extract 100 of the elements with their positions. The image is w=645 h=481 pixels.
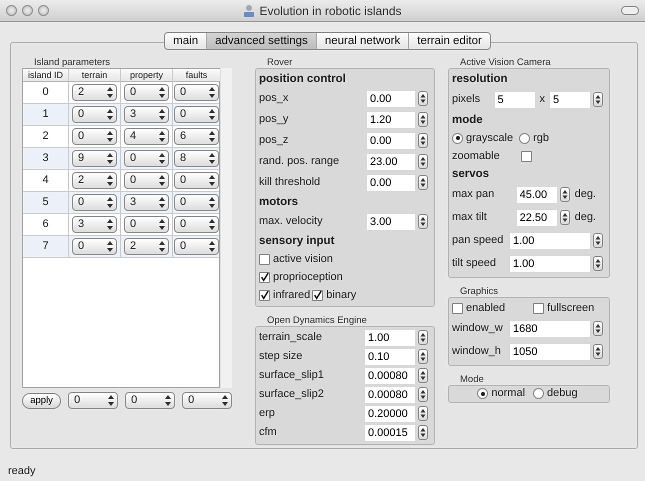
- value-spinner[interactable]: 0: [174, 172, 219, 189]
- stepper-button[interactable]: [418, 91, 428, 106]
- number-field[interactable]: 1.00: [510, 232, 590, 248]
- value-spinner[interactable]: 3: [72, 216, 117, 233]
- value-spinner[interactable]: 0: [125, 392, 176, 409]
- window-control-button[interactable]: [38, 5, 49, 16]
- number-field[interactable]: 1680: [510, 320, 590, 336]
- checkbox[interactable]: [259, 254, 270, 264]
- value-spinner[interactable]: 0: [174, 106, 219, 123]
- number-field[interactable]: 0.00015: [365, 424, 415, 440]
- value-spinner[interactable]: 0: [124, 172, 169, 189]
- number-field[interactable]: 0.00080: [365, 386, 415, 402]
- value-spinner[interactable]: 0: [72, 106, 117, 123]
- stepper-button[interactable]: [418, 425, 428, 440]
- checkbox[interactable]: [259, 290, 270, 300]
- checkbox[interactable]: [312, 290, 324, 300]
- value-spinner[interactable]: 0: [124, 216, 169, 233]
- stepper-icon: [107, 153, 113, 164]
- number-field[interactable]: 0.10: [365, 348, 415, 364]
- radio-button[interactable]: [533, 388, 544, 399]
- tab[interactable]: terrain editor: [409, 33, 490, 49]
- field-label: max pan: [452, 187, 496, 202]
- stepper-button[interactable]: [593, 321, 603, 336]
- app-icon: [243, 4, 256, 18]
- number-field[interactable]: 3.00: [367, 214, 415, 230]
- value-spinner[interactable]: 0: [174, 84, 219, 101]
- stepper-icon: [159, 153, 165, 164]
- window-control-button[interactable]: [22, 5, 33, 16]
- number-field[interactable]: 22.50: [516, 210, 557, 226]
- section-heading: position control: [259, 72, 347, 87]
- window-control-button[interactable]: [6, 5, 17, 16]
- stepper-button[interactable]: [418, 133, 428, 148]
- stepper-button[interactable]: [560, 187, 570, 202]
- number-field[interactable]: 1.00: [510, 256, 590, 272]
- stepper-icon: [420, 408, 426, 419]
- value-spinner[interactable]: 2: [124, 238, 169, 255]
- stepper-icon: [420, 370, 426, 381]
- value-spinner[interactable]: 6: [174, 128, 219, 145]
- value-spinner[interactable]: 0: [124, 84, 169, 101]
- field-label: pan speed: [452, 233, 504, 248]
- value-spinner[interactable]: 3: [124, 194, 169, 211]
- unit-label: deg.: [574, 187, 596, 202]
- stepper-button[interactable]: [560, 210, 570, 225]
- apply-button[interactable]: apply: [22, 392, 62, 408]
- section-heading: motors: [259, 195, 299, 210]
- number-field[interactable]: 0.00: [367, 132, 415, 148]
- stepper-button[interactable]: [418, 154, 428, 169]
- number-field[interactable]: 45.00: [516, 186, 557, 202]
- checkbox[interactable]: [521, 150, 532, 162]
- number-field[interactable]: 0.00: [367, 90, 415, 106]
- radio-button[interactable]: [477, 388, 488, 399]
- stepper-button[interactable]: [418, 406, 428, 421]
- stepper-button[interactable]: [418, 175, 428, 190]
- value-spinner[interactable]: 9: [72, 150, 117, 167]
- number-field[interactable]: 5: [550, 92, 590, 108]
- stepper-button[interactable]: [418, 387, 428, 402]
- number-field[interactable]: 1.20: [367, 112, 415, 128]
- radio-button[interactable]: [519, 132, 530, 144]
- stepper-icon: [420, 156, 426, 167]
- stepper-button[interactable]: [418, 349, 428, 364]
- checkbox[interactable]: [259, 272, 270, 282]
- number-field[interactable]: 1050: [510, 344, 590, 360]
- number-field[interactable]: 0.00: [367, 174, 415, 190]
- tab[interactable]: neural network: [316, 33, 410, 49]
- number-field[interactable]: 0.00080: [365, 368, 415, 384]
- value-spinner[interactable]: 2: [72, 172, 117, 189]
- number-field[interactable]: 23.00: [367, 154, 415, 170]
- stepper-button[interactable]: [593, 92, 603, 107]
- value-spinner[interactable]: 8: [174, 150, 219, 167]
- checkbox[interactable]: [452, 302, 463, 314]
- stepper-button[interactable]: [418, 214, 428, 229]
- radio-button[interactable]: [452, 132, 463, 144]
- field-label: window_w: [452, 321, 504, 336]
- value-spinner[interactable]: 0: [72, 128, 117, 145]
- stepper-button[interactable]: [593, 233, 603, 248]
- value-spinner[interactable]: 0: [182, 392, 232, 409]
- stepper-icon: [209, 109, 215, 120]
- stepper-button[interactable]: [593, 344, 603, 359]
- value-spinner[interactable]: 0: [68, 392, 118, 409]
- tab[interactable]: advanced settings: [207, 33, 317, 49]
- stepper-icon: [159, 219, 165, 230]
- value-spinner[interactable]: 0: [174, 216, 219, 233]
- value-spinner[interactable]: 0: [124, 150, 169, 167]
- stepper-button[interactable]: [418, 330, 428, 345]
- stepper-button[interactable]: [418, 112, 428, 127]
- value-spinner[interactable]: 0: [174, 238, 219, 255]
- stepper-icon: [159, 241, 165, 252]
- value-spinner[interactable]: 2: [72, 84, 117, 101]
- toolbar-toggle-button[interactable]: [621, 6, 639, 15]
- value-spinner[interactable]: 0: [72, 194, 117, 211]
- checkbox[interactable]: [533, 302, 544, 314]
- number-field[interactable]: 5: [494, 92, 534, 108]
- value-spinner[interactable]: 4: [124, 128, 169, 145]
- value-spinner[interactable]: 3: [124, 106, 169, 123]
- stepper-button[interactable]: [418, 368, 428, 383]
- number-field[interactable]: 1.00: [365, 330, 415, 346]
- stepper-button[interactable]: [593, 256, 603, 271]
- number-field[interactable]: 0.20000: [365, 406, 415, 422]
- value-spinner[interactable]: 0: [174, 194, 219, 211]
- value-spinner[interactable]: 0: [72, 238, 117, 255]
